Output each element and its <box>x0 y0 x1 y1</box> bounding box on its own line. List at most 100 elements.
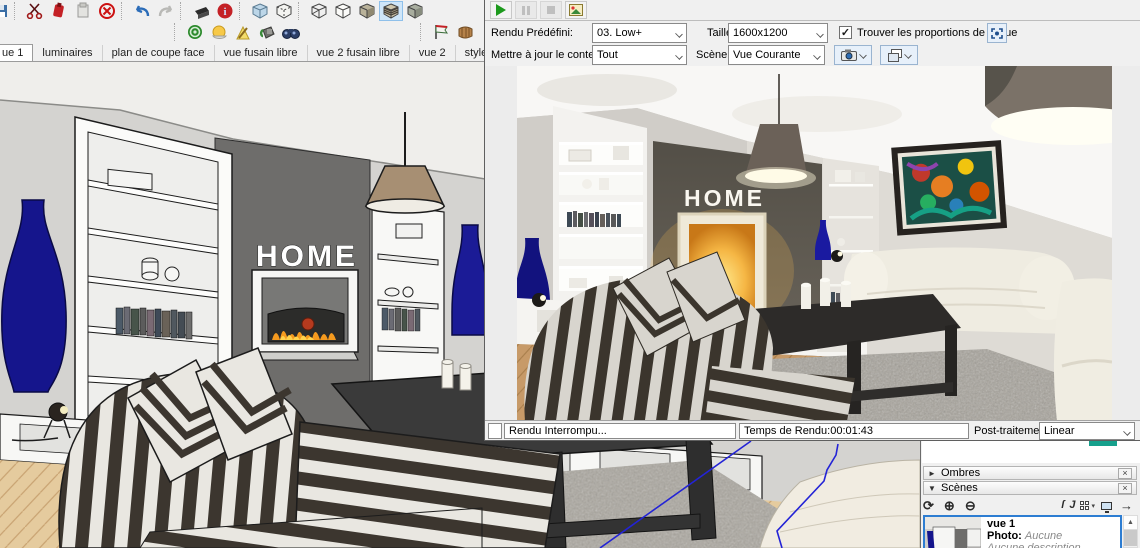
move-scene-left-icon[interactable]: ſ <box>1061 498 1064 513</box>
render-room: HOME <box>517 66 1112 421</box>
render-time: Temps de Rendu:00:01:43 <box>739 423 969 439</box>
flag-button[interactable] <box>429 22 453 42</box>
save-button[interactable] <box>0 1 12 21</box>
chevron-down-icon[interactable]: ▾ <box>1091 502 1095 510</box>
chevron-down-icon <box>675 52 683 60</box>
xray-style-button[interactable] <box>248 1 272 21</box>
render-preview-area: HOME <box>485 66 1140 421</box>
svg-text:i: i <box>223 6 226 18</box>
move-scene-right-icon[interactable]: J <box>1069 498 1075 513</box>
monochrome-style-button[interactable] <box>403 1 427 21</box>
scenes-scrollbar[interactable]: ▲ <box>1123 515 1138 548</box>
paint-bucket-button[interactable] <box>255 22 279 42</box>
shadows-button[interactable] <box>207 22 231 42</box>
toolbar-separator <box>121 2 128 20</box>
camera-options-button[interactable] <box>834 45 872 65</box>
save-render-button[interactable] <box>565 1 587 19</box>
photo-value: Aucune <box>1025 530 1062 542</box>
wireframe-style-button[interactable] <box>307 1 331 21</box>
photo-textures-button[interactable] <box>453 22 477 42</box>
scene-label: Scène: <box>696 45 730 65</box>
model-info-button[interactable]: i <box>213 1 237 21</box>
arrow-collapsed-icon: ► <box>928 469 941 478</box>
scene-tab[interactable]: plan de coupe face <box>103 45 215 62</box>
render-play-button[interactable] <box>490 1 512 19</box>
render-armchair <box>1054 278 1112 421</box>
rendered-scene: HOME <box>517 66 1112 421</box>
binoculars-button[interactable] <box>279 22 303 42</box>
close-icon[interactable]: × <box>1118 468 1132 479</box>
sketch-shelf-right <box>372 202 444 404</box>
render-stop-button[interactable] <box>540 1 562 19</box>
sketch-fireplace: HOME <box>252 240 358 360</box>
preset-label: Rendu Prédéfini: <box>491 23 573 43</box>
image-icon <box>569 4 583 16</box>
proportions-checkbox[interactable]: ✓ <box>839 26 852 39</box>
view-options-icon[interactable] <box>1080 501 1089 510</box>
toolbar-separator <box>239 2 246 20</box>
styles-button[interactable] <box>231 22 255 42</box>
remove-scene-icon[interactable]: ⊖ <box>965 498 976 513</box>
show-details-icon[interactable] <box>1101 502 1112 510</box>
default-tray: ► Ombres × ▼ Scènes × ⟳ ⊕ ⊖ ſ J ▾ → <box>920 441 1140 548</box>
cut-button[interactable] <box>23 1 47 21</box>
render-pause-button[interactable] <box>515 1 537 19</box>
close-icon[interactable]: × <box>1118 483 1132 494</box>
render-window: Rendu Prédéfini: 03. Low+ Taille: 1600x1… <box>484 0 1140 441</box>
preset-select[interactable]: 03. Low+ <box>592 23 687 43</box>
ombres-panel-header[interactable]: ► Ombres × <box>923 466 1137 480</box>
toolbar-separator <box>180 2 187 20</box>
paste-button[interactable] <box>71 1 95 21</box>
arrow-expanded-icon: ▼ <box>928 484 941 493</box>
scene-tab[interactable]: ue 1 <box>0 44 33 62</box>
tray-top-area <box>922 441 1140 463</box>
camera-icon <box>841 49 857 61</box>
match-view-ratio-button[interactable] <box>987 23 1007 43</box>
render-settings: Rendu Prédéfini: 03. Low+ Taille: 1600x1… <box>485 21 1140 66</box>
scene-name: vue 1 <box>987 518 1081 530</box>
scene-tab[interactable]: style pencil rough <box>456 45 484 62</box>
chevron-down-icon <box>813 52 821 60</box>
undo-button[interactable] <box>130 1 154 21</box>
stop-icon <box>547 6 555 14</box>
chevron-down-icon <box>816 30 824 38</box>
standard-toolbar: i <box>0 0 490 21</box>
layers-options-button[interactable] <box>880 45 918 65</box>
scene-list-item[interactable]: vue 1 Photo: Aucune Aucune description <box>923 515 1122 548</box>
copy-button[interactable] <box>47 1 71 21</box>
scene-tab[interactable]: luminaires <box>33 45 102 62</box>
back-edges-style-button[interactable] <box>272 1 296 21</box>
shaded-style-button[interactable] <box>355 1 379 21</box>
scene-select[interactable]: Vue Courante <box>728 45 825 65</box>
render-pendant-large <box>985 66 1112 145</box>
scroll-up-icon[interactable]: ▲ <box>1124 516 1137 530</box>
scene-tab[interactable]: vue fusain libre <box>215 45 308 62</box>
scrollbar-thumb[interactable] <box>1124 530 1137 546</box>
chevron-down-icon <box>859 51 867 59</box>
render-preview-image[interactable]: HOME <box>517 66 1112 421</box>
toolbar-grip <box>420 23 427 41</box>
scenes-panel-header[interactable]: ▼ Scènes × <box>923 481 1137 495</box>
erase-button[interactable] <box>95 1 119 21</box>
scene-menu-icon[interactable]: → <box>1120 498 1133 513</box>
add-scene-icon[interactable]: ⊕ <box>944 498 955 513</box>
home-letters: HOME <box>684 185 765 211</box>
ombres-title: Ombres <box>941 467 980 479</box>
update-select[interactable]: Tout <box>592 45 687 65</box>
aspect-ratio-icon <box>991 28 1003 39</box>
photo-label: Photo: <box>987 530 1022 542</box>
size-combo[interactable]: 1600x1200 <box>728 23 828 43</box>
hidden-line-style-button[interactable] <box>331 1 355 21</box>
shaded-with-textures-style-button[interactable] <box>379 1 403 21</box>
target-button[interactable] <box>183 22 207 42</box>
books-row <box>116 307 192 339</box>
post-processing-select[interactable]: Linear <box>1039 422 1135 440</box>
print-button[interactable] <box>189 1 213 21</box>
update-scene-icon[interactable]: ⟳ <box>923 498 934 513</box>
render-painting <box>891 140 1007 235</box>
redo-button[interactable] <box>154 1 178 21</box>
scene-tabs: ue 1 luminaires plan de coupe face vue f… <box>0 44 484 62</box>
scene-tab[interactable]: vue 2 fusain libre <box>308 45 410 62</box>
secondary-toolbar <box>0 21 490 44</box>
scene-tab[interactable]: vue 2 <box>410 45 456 62</box>
